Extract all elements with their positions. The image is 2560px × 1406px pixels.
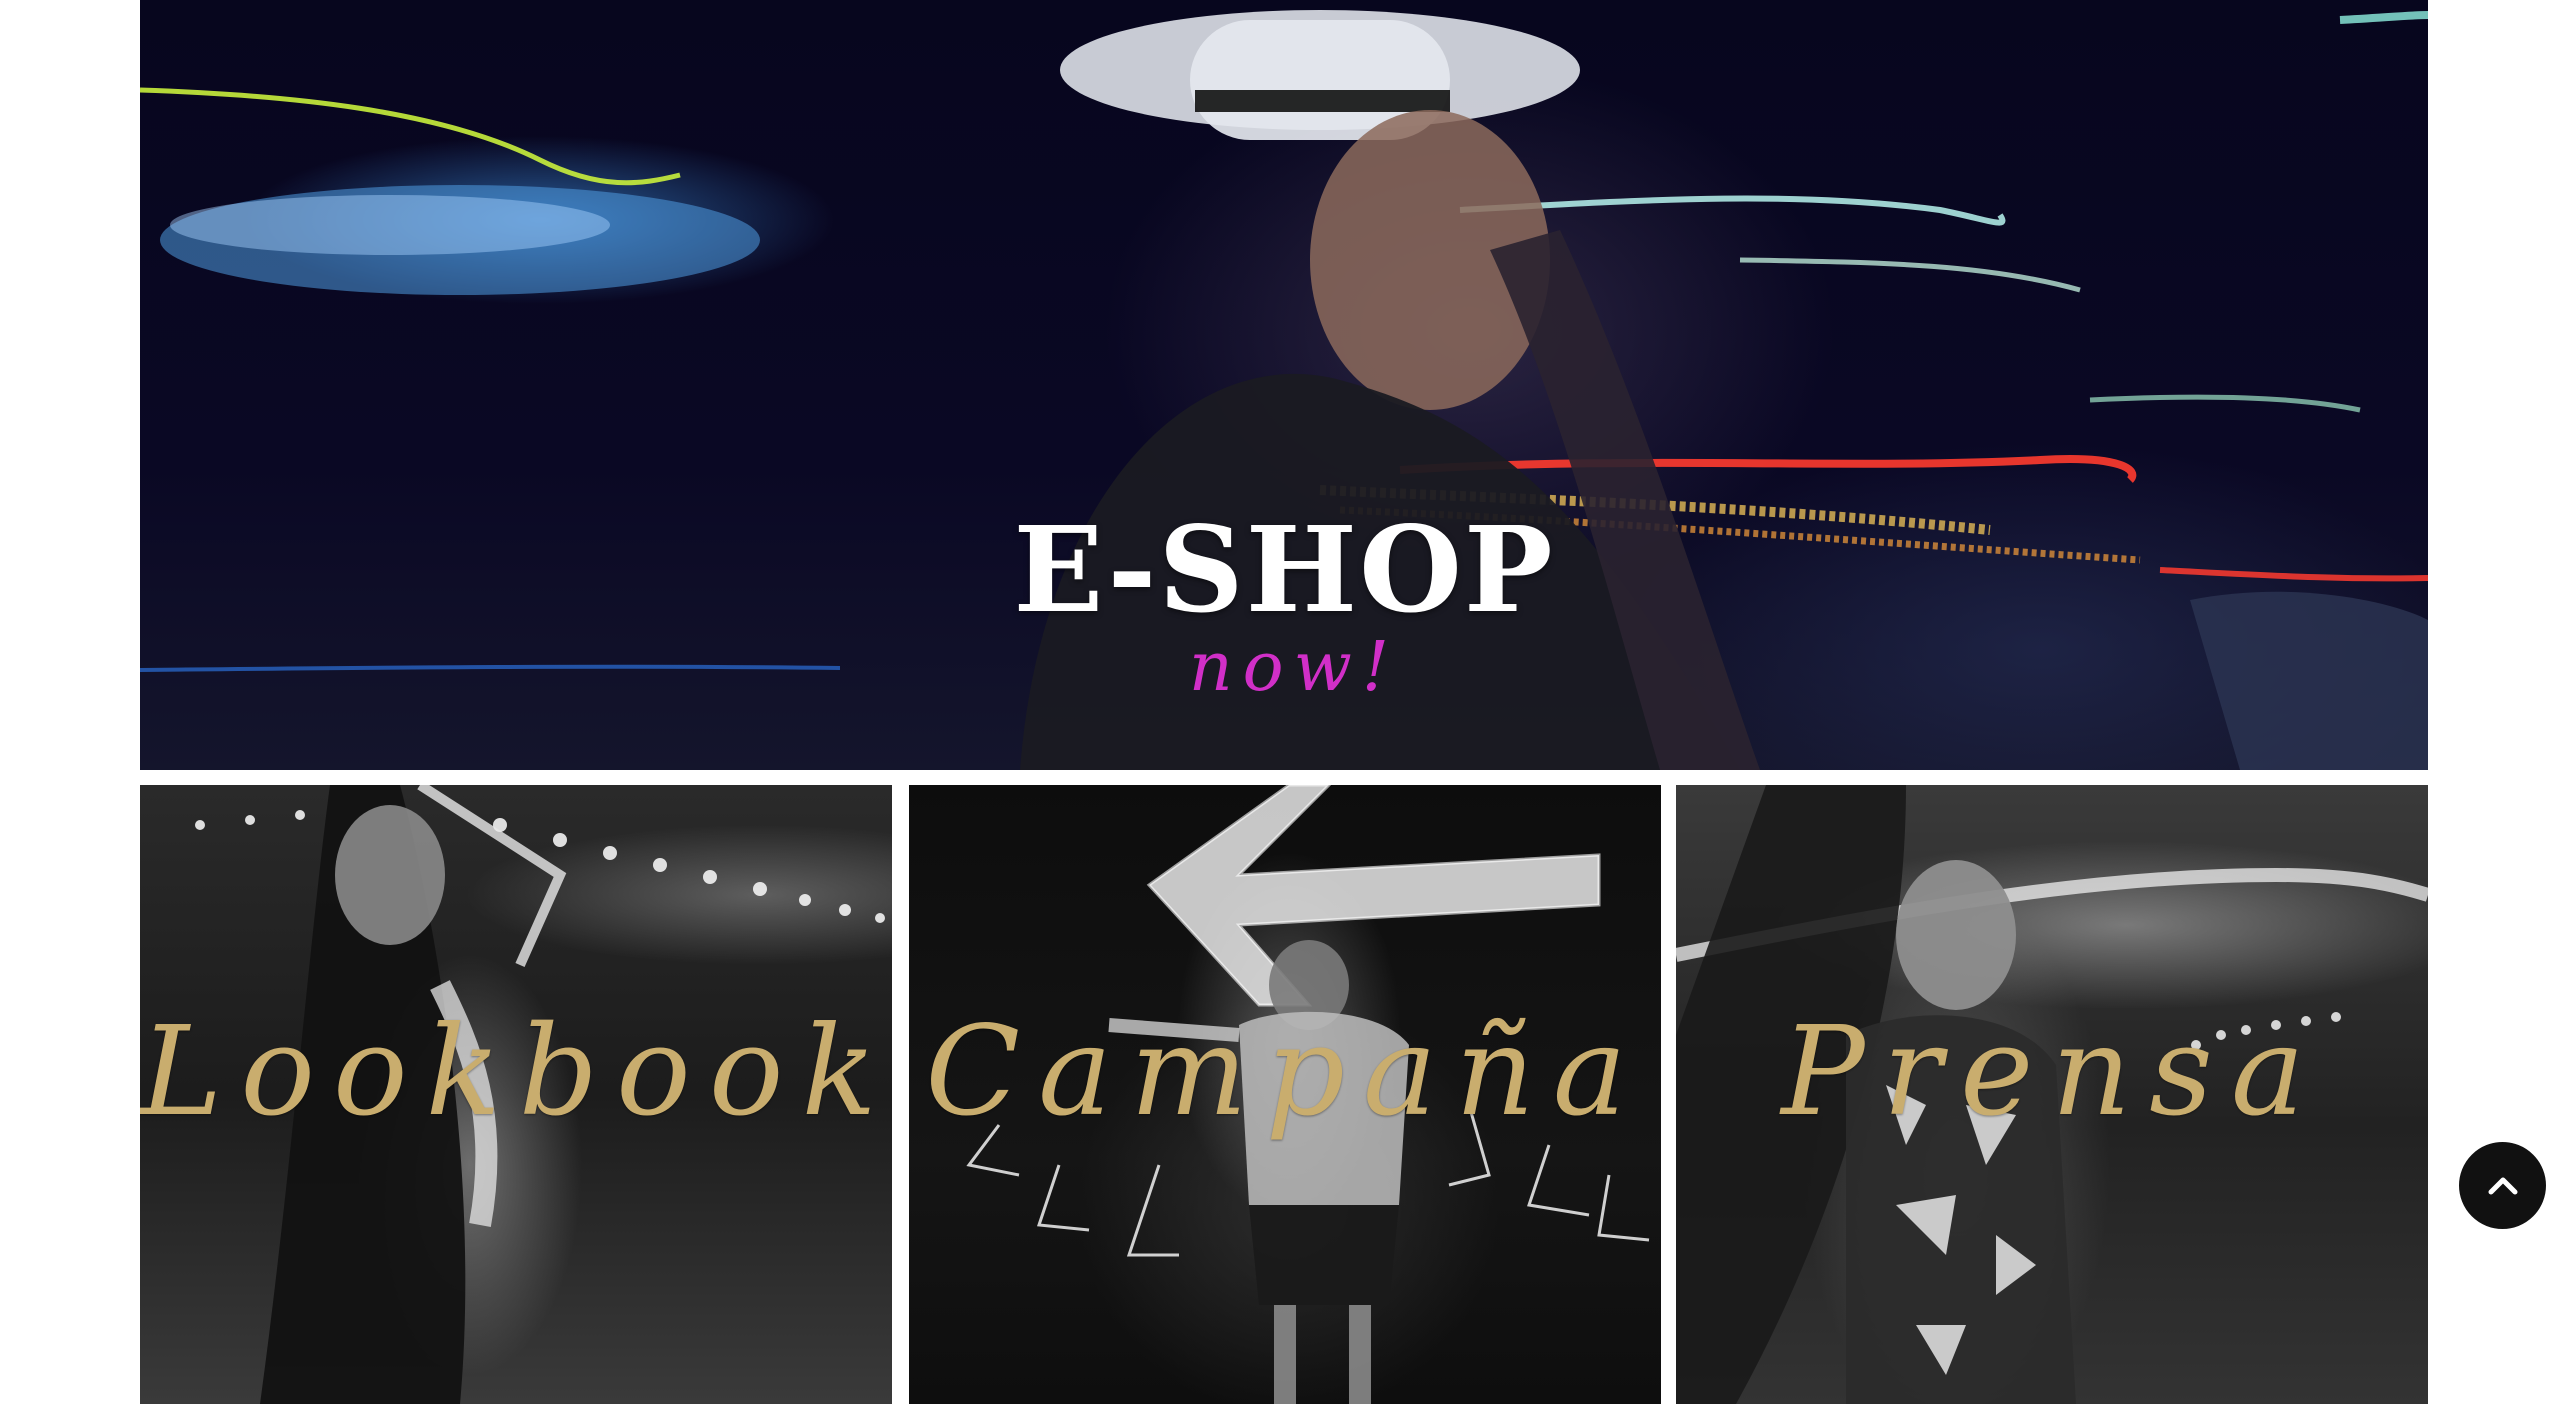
page: E-SHOP now! Lookbook Campaña Prensa	[0, 0, 2560, 1406]
prensa-tile[interactable]: Prensa	[1676, 785, 2428, 1404]
eshop-hero-banner[interactable]: E-SHOP now!	[140, 0, 2428, 770]
scroll-to-top-button[interactable]	[2457, 1140, 2548, 1231]
lookbook-label: Lookbook	[140, 1000, 892, 1144]
hero-title: E-SHOP	[1013, 500, 1555, 639]
chevron-up-icon	[2488, 1177, 2517, 1194]
campana-label: Campaña	[925, 1000, 1645, 1144]
campana-tile[interactable]: Campaña	[909, 785, 1661, 1404]
prensa-label: Prensa	[1781, 1000, 2323, 1144]
hero-subtitle: now!	[1188, 628, 1400, 707]
lookbook-tile[interactable]: Lookbook	[140, 785, 892, 1404]
